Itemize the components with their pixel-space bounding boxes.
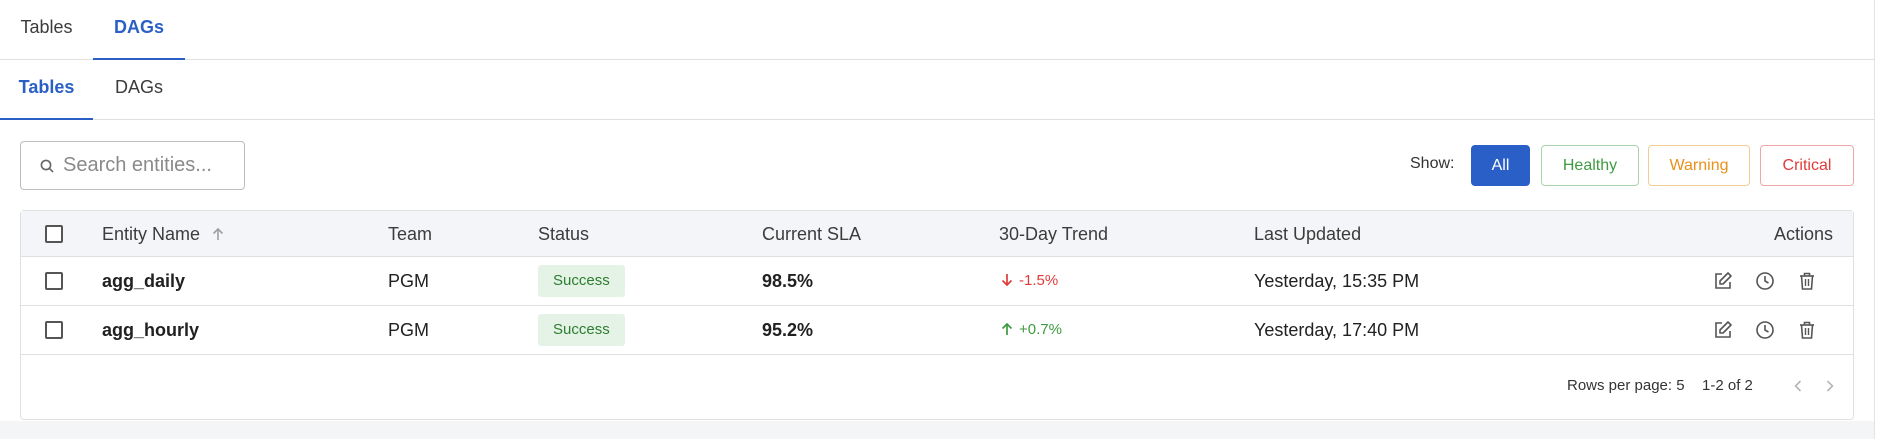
history-clock-icon[interactable] <box>1754 270 1776 292</box>
row-checkbox[interactable] <box>45 321 63 339</box>
sub-tab-bar: Tables DAGs <box>0 60 1874 120</box>
arrow-up-icon <box>1001 322 1013 335</box>
team-cell: PGM <box>388 320 430 340</box>
subtab-tables[interactable]: Tables <box>0 60 93 120</box>
arrow-up-icon <box>212 227 224 240</box>
status-badge: Success <box>538 265 625 297</box>
scrollbar-track[interactable] <box>1874 0 1904 439</box>
edit-icon[interactable] <box>1712 319 1734 341</box>
entity-name[interactable]: agg_daily <box>102 257 185 305</box>
trend-value: +0.7% <box>1019 321 1062 338</box>
entity-name[interactable]: agg_hourly <box>102 306 199 354</box>
page-range: 1-2 of 2 <box>1702 377 1753 394</box>
search-icon <box>40 159 54 173</box>
column-header-actions: Actions <box>1773 224 1833 244</box>
filter-critical-button[interactable]: Critical <box>1760 145 1854 186</box>
edit-icon[interactable] <box>1712 270 1734 292</box>
filter-all-button[interactable]: All <box>1471 145 1530 186</box>
row-checkbox[interactable] <box>45 272 63 290</box>
table-row[interactable]: agg_hourly PGM Success 95.2% +0.7% Yeste… <box>21 306 1853 355</box>
show-filter-label: Show: <box>1410 155 1455 172</box>
table-pagination: Rows per page: 5 1-2 of 2 <box>21 352 1853 419</box>
rows-per-page-select[interactable]: Rows per page: 5 <box>1567 352 1685 419</box>
table-header: Entity Name Team Status Current SLA 30-D… <box>21 211 1853 257</box>
column-label: Entity Name <box>102 224 201 244</box>
chevron-left-icon[interactable] <box>1788 376 1808 396</box>
sla-panel: Tables DAGs Tables DAGs Show: All Health… <box>0 0 1874 421</box>
status-badge: Success <box>538 314 625 346</box>
trend-value: -1.5% <box>1019 272 1059 289</box>
arrow-down-icon <box>1001 274 1013 287</box>
last-updated-cell: Yesterday, 15:35 PM <box>1254 271 1420 291</box>
subtab-dags[interactable]: DAGs <box>93 60 185 119</box>
tab-tables[interactable]: Tables <box>0 0 93 59</box>
delete-trash-icon[interactable] <box>1796 319 1818 341</box>
column-header-team[interactable]: Team <box>388 211 432 257</box>
column-header-last-updated[interactable]: Last Updated <box>1254 211 1361 257</box>
column-header-trend[interactable]: 30-Day Trend <box>999 211 1108 257</box>
table-row[interactable]: agg_daily PGM Success 98.5% -1.5% Yester… <box>21 257 1853 306</box>
trend-cell: -1.5% <box>999 257 1058 305</box>
select-all-checkbox[interactable] <box>45 225 63 243</box>
search-input[interactable] <box>63 150 238 181</box>
tab-dags[interactable]: DAGs <box>93 0 185 60</box>
sla-value: 98.5% <box>762 271 814 291</box>
column-header-current-sla[interactable]: Current SLA <box>762 211 861 257</box>
top-tab-bar: Tables DAGs <box>0 0 1874 60</box>
trend-cell: +0.7% <box>999 306 1062 354</box>
chevron-right-icon[interactable] <box>1820 376 1840 396</box>
filter-warning-button[interactable]: Warning <box>1648 145 1750 186</box>
filter-healthy-button[interactable]: Healthy <box>1541 145 1639 186</box>
entities-table: Entity Name Team Status Current SLA 30-D… <box>20 210 1854 420</box>
column-header-status[interactable]: Status <box>538 211 589 257</box>
search-box[interactable] <box>20 141 245 190</box>
column-header-entity-name[interactable]: Entity Name <box>102 211 226 257</box>
sla-value: 95.2% <box>762 320 814 340</box>
last-updated-cell: Yesterday, 17:40 PM <box>1254 320 1420 340</box>
team-cell: PGM <box>388 271 430 291</box>
delete-trash-icon[interactable] <box>1796 270 1818 292</box>
history-clock-icon[interactable] <box>1754 319 1776 341</box>
